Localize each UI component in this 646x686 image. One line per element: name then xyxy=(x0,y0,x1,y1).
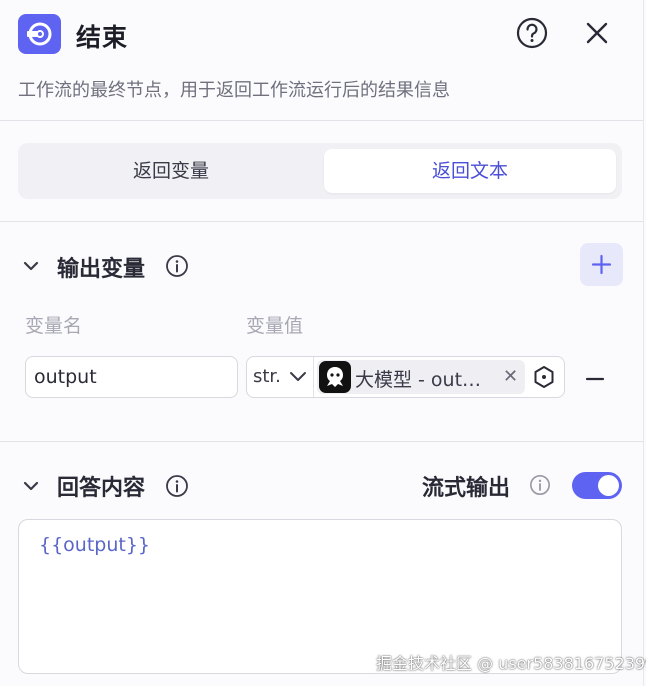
chevron-down-icon[interactable] xyxy=(22,257,40,275)
end-node-icon xyxy=(18,14,61,54)
plus-icon xyxy=(591,254,612,275)
toggle-knob xyxy=(598,475,619,496)
watermark: 掘金技术社区 @ user5838167523996 xyxy=(376,654,646,673)
return-mode-tabs: 返回变量 返回文本 xyxy=(18,143,622,199)
variable-picker-icon[interactable] xyxy=(532,365,556,389)
variable-value-field: str. 大模型 - out… ✕ xyxy=(246,356,565,398)
variable-type-value: str. xyxy=(253,366,281,387)
tab-return-text[interactable]: 返回文本 xyxy=(324,149,616,193)
info-icon[interactable] xyxy=(165,254,189,278)
close-icon[interactable] xyxy=(582,18,612,48)
divider xyxy=(0,120,643,121)
panel-header: 结束 xyxy=(18,12,625,56)
stream-output-label: 流式输出 xyxy=(422,476,511,501)
remove-variable-icon[interactable] xyxy=(584,368,606,390)
chevron-down-icon xyxy=(290,372,306,381)
chevron-down-icon[interactable] xyxy=(22,477,40,495)
reference-label: 大模型 - out… xyxy=(355,369,482,391)
info-icon[interactable] xyxy=(165,474,189,498)
add-variable-button[interactable] xyxy=(580,243,623,286)
answer-section-title: 回答内容 xyxy=(57,476,146,501)
llm-avatar-icon xyxy=(319,361,351,393)
variable-name-input[interactable] xyxy=(25,356,238,398)
variable-reference-tag[interactable]: 大模型 - out… ✕ xyxy=(317,360,525,394)
panel-title: 结束 xyxy=(76,23,129,52)
divider xyxy=(0,441,643,442)
output-section-title: 输出变量 xyxy=(57,257,146,282)
stream-output-toggle[interactable] xyxy=(572,472,622,499)
info-icon[interactable] xyxy=(529,474,551,496)
help-icon[interactable] xyxy=(516,17,548,49)
clear-reference-icon[interactable]: ✕ xyxy=(503,366,518,387)
column-label-value: 变量值 xyxy=(246,315,304,337)
end-node-panel: 结束 工作流的最终节点，用于返回工作流运行后的结果信息 返回变量 返回文本 输出… xyxy=(0,0,646,686)
panel-description: 工作流的最终节点，用于返回工作流运行后的结果信息 xyxy=(18,80,450,101)
tab-return-variables[interactable]: 返回变量 xyxy=(24,149,318,193)
column-label-name: 变量名 xyxy=(25,315,83,337)
divider xyxy=(0,221,643,222)
variable-type-select[interactable]: str. xyxy=(247,357,314,397)
